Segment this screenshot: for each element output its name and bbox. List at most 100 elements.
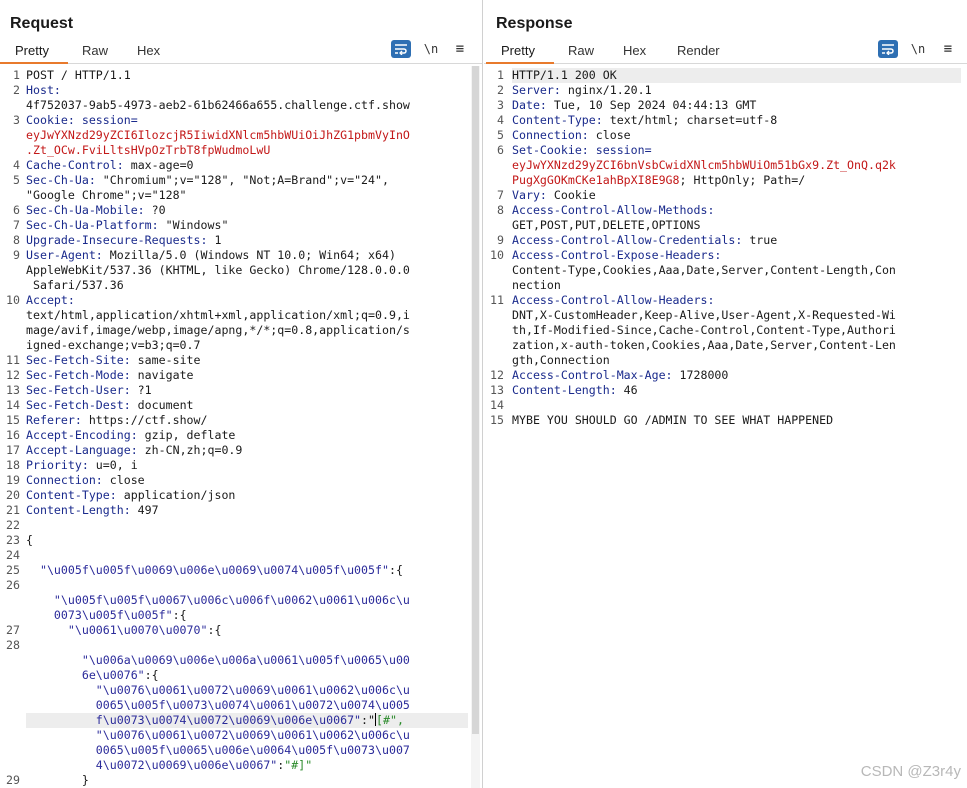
code-token: Cookie [546, 188, 596, 202]
request-scrollbar[interactable] [471, 66, 480, 788]
line-number: 25 [6, 563, 20, 577]
code-line: mage/avif,image/webp,image/apng,*/*;q=0.… [26, 323, 468, 338]
code-token: .Zt_OCw.FviLltsHVpOzTrbT8fpWudmoLwU [26, 143, 271, 157]
code-token: Content-Type: [512, 113, 603, 127]
code-line: .Zt_OCw.FviLltsHVpOzTrbT8fpWudmoLwU [26, 143, 468, 158]
line-number: 11 [490, 293, 504, 307]
request-tab-hex[interactable]: Hex [137, 43, 160, 58]
code-line: eyJwYXNzd29yZCI6bnVsbCwidXNlcm5hbWUiOm51… [512, 158, 961, 173]
code-token: close [102, 473, 145, 487]
line-number: 6 [13, 203, 20, 217]
code-token: close [588, 128, 631, 142]
code-line: AppleWebKit/537.36 (KHTML, like Gecko) C… [26, 263, 468, 278]
code-token: max-age=0 [123, 158, 194, 172]
code-line: Content-Length: 46 [512, 383, 961, 398]
code-line: Host: [26, 83, 468, 98]
code-token: } [26, 773, 89, 787]
code-line: gth,Connection [512, 353, 961, 368]
code-line: Accept: [26, 293, 468, 308]
line-number: 15 [490, 413, 504, 427]
code-token: nection [512, 278, 561, 292]
code-token: Connection: [26, 473, 103, 487]
response-editor[interactable]: HTTP/1.1 200 OK Server: nginx/1.20.1 Date:… [484, 66, 967, 788]
code-token: Sec-Fetch-User: [26, 383, 131, 397]
request-title: Request [10, 15, 74, 32]
wrap-icon [882, 44, 894, 55]
code-line: nection [512, 278, 961, 293]
response-tab-pretty[interactable]: Pretty [501, 43, 535, 58]
code-token: Mozilla/5.0 (Windows NT 10.0; Win64; x64… [102, 248, 396, 262]
code-line: Content-Type: application/json [26, 488, 468, 503]
code-token: HTTP/1.1 200 OK [512, 68, 617, 82]
code-line: MYBE YOU SHOULD GO /ADMIN TO SEE WHAT HA… [512, 413, 961, 428]
code-line: 4f752037-9ab5-4973-aeb2-61b62466a655.cha… [26, 98, 468, 113]
code-token: Access-Control-Allow-Headers: [512, 293, 715, 307]
response-menu-icon[interactable]: ≡ [938, 40, 958, 58]
code-token: zh-CN,zh;q=0.9 [137, 443, 243, 457]
response-active-tab-indicator [486, 62, 554, 64]
code-token: Access-Control-Allow-Credentials: [512, 233, 743, 247]
code-line: 6e\u0076":{ [26, 668, 468, 683]
line-number: 22 [6, 518, 20, 532]
code-token: eyJwYXNzd29yZCI6bnVsbCwidXNlcm5hbWUiOm51… [512, 158, 896, 172]
response-tab-render[interactable]: Render [677, 43, 720, 58]
code-token: application/json [116, 488, 236, 502]
request-tab-raw[interactable]: Raw [82, 43, 108, 58]
line-number: 10 [490, 248, 504, 262]
line-number: 1 [497, 68, 504, 82]
line-number: 4 [497, 113, 504, 127]
code-token: 46 [616, 383, 638, 397]
code-line: Safari/537.36 [26, 278, 468, 293]
code-token: mage/avif,image/webp,image/apng,*/*;q=0.… [26, 323, 410, 337]
code-line: "\u005f\u005f\u0069\u006e\u0069\u0074\u0… [26, 563, 468, 578]
code-token: Accept-Encoding: [26, 428, 138, 442]
code-line: 4\u0072\u0069\u006e\u0067":"#]" [26, 758, 468, 773]
line-number: 4 [13, 158, 20, 172]
code-token: f\u0073\u0074\u0072\u0069\u006e\u0067" [26, 713, 362, 727]
code-token: Connection: [512, 128, 589, 142]
code-line: "\u0076\u0061\u0072\u0069\u0061\u0062\u0… [26, 683, 468, 698]
request-show-newlines-button[interactable]: \n [421, 40, 441, 58]
code-token: https://ctf.show/ [81, 413, 208, 427]
code-token: 0065\u005f\u0073\u0074\u0061\u0072\u0074… [26, 698, 410, 712]
request-wrap-lines-button[interactable] [391, 40, 411, 58]
code-line: } [26, 773, 468, 788]
code-token: "\u0076\u0061\u0072\u0069\u0061\u0062\u0… [26, 728, 410, 742]
code-line: { [26, 533, 468, 548]
line-number: 2 [497, 83, 504, 97]
code-line: Connection: close [26, 473, 468, 488]
code-token: th,If-Modified-Since,Cache-Control,Conte… [512, 323, 896, 337]
request-tab-pretty[interactable]: Pretty [15, 43, 49, 58]
line-number: 29 [6, 773, 20, 787]
code-token: gzip, deflate [137, 428, 236, 442]
code-token: Sec-Ch-Ua-Mobile: [26, 203, 145, 217]
code-token: Sec-Fetch-Dest: [26, 398, 131, 412]
code-token: :{ [172, 608, 187, 622]
response-tab-hex[interactable]: Hex [623, 43, 646, 58]
code-line: Sec-Fetch-User: ?1 [26, 383, 468, 398]
line-number: 15 [6, 413, 20, 427]
line-number: 12 [490, 368, 504, 382]
request-scroll-thumb[interactable] [472, 66, 479, 734]
line-number: 10 [6, 293, 20, 307]
code-line: Upgrade-Insecure-Requests: 1 [26, 233, 468, 248]
request-editor[interactable]: POST / HTTP/1.1 Host: 4f752037-9ab5-4973-a… [0, 66, 482, 788]
code-token: same-site [130, 353, 201, 367]
line-number: 13 [6, 383, 20, 397]
response-wrap-lines-button[interactable] [878, 40, 898, 58]
code-line: Sec-Fetch-Dest: document [26, 398, 468, 413]
code-line: Access-Control-Allow-Methods: [512, 203, 961, 218]
code-line: Access-Control-Max-Age: 1728000 [512, 368, 961, 383]
code-token: "\u006a\u0069\u006e\u006a\u0061\u005f\u0… [26, 653, 410, 667]
code-line: PugXgGOKmCKe1ahBpXI8E9G8; HttpOnly; Path… [512, 173, 961, 188]
code-line: User-Agent: Mozilla/5.0 (Windows NT 10.0… [26, 248, 468, 263]
code-token: ?1 [130, 383, 152, 397]
line-number: 16 [6, 428, 20, 442]
code-line: Access-Control-Allow-Headers: [512, 293, 961, 308]
request-menu-icon[interactable]: ≡ [450, 40, 470, 58]
response-tab-raw[interactable]: Raw [568, 43, 594, 58]
code-line: Priority: u=0, i [26, 458, 468, 473]
response-show-newlines-button[interactable]: \n [908, 40, 928, 58]
code-token: Content-Type,Cookies,Aaa,Date,Server,Con… [512, 263, 896, 277]
code-token: 1728000 [672, 368, 729, 382]
